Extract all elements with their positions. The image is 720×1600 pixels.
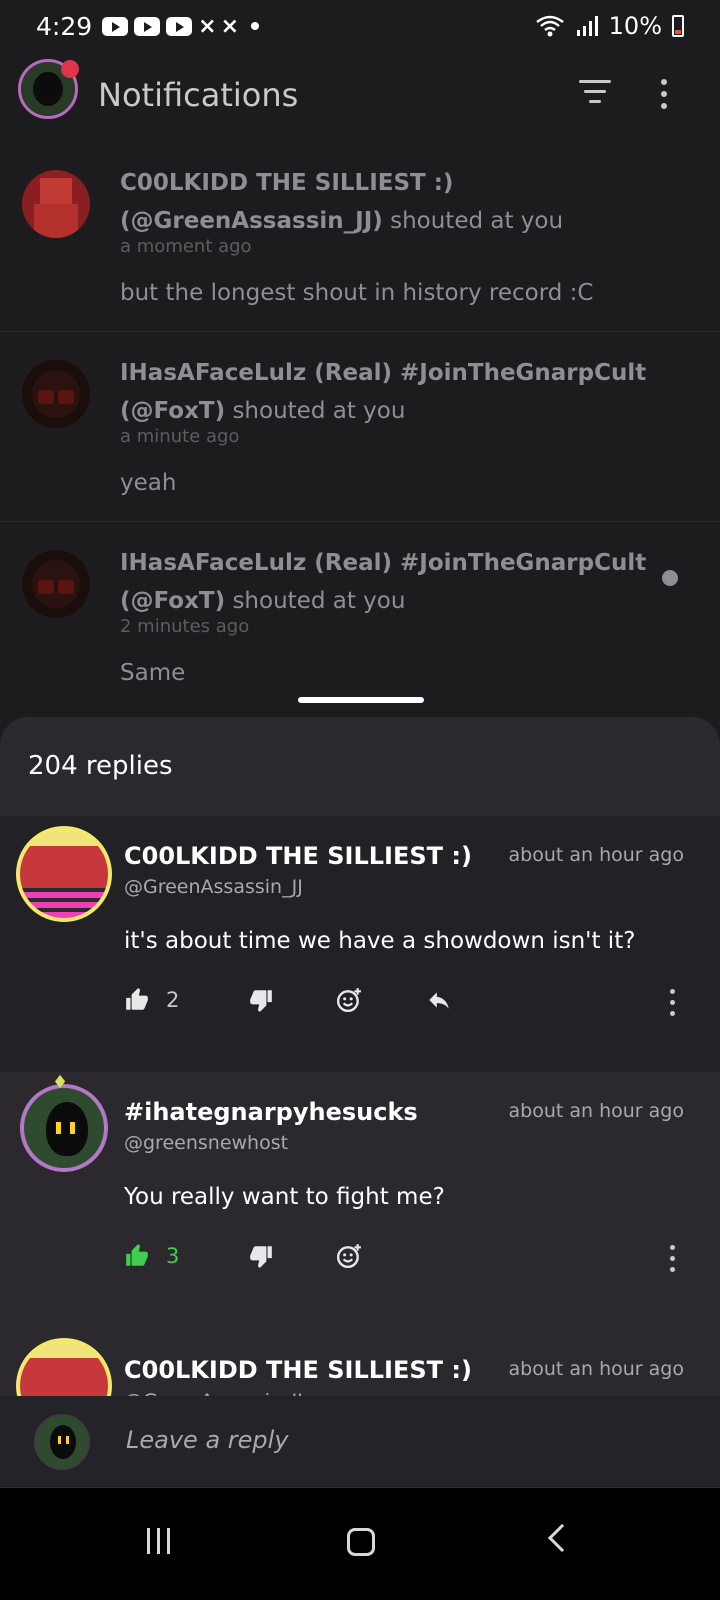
back-icon[interactable] [547, 1523, 577, 1553]
notification-text: C00LKIDD THE SILLIEST :) (@GreenAssassin… [120, 164, 650, 240]
notification-action: shouted at you [232, 588, 406, 614]
status-bar: 4:29 ⨯ ⨯ 10% [0, 0, 720, 52]
reply-actions: 2 [124, 980, 684, 1020]
like-count: 2 [166, 988, 180, 1012]
reply-more-icon[interactable] [668, 989, 676, 1016]
reply-item: C00LKIDD THE SILLIEST :) @GreenAssassin_… [0, 816, 720, 1072]
notification-user-name: IHasAFaceLulz (Real) #JoinTheGnarpCult [120, 550, 647, 576]
notification-time: a minute ago [120, 426, 240, 447]
notification-user-name: IHasAFaceLulz (Real) #JoinTheGnarpCult [120, 360, 647, 386]
reply-input[interactable]: Leave a reply [126, 1426, 289, 1454]
reply-user-name[interactable]: C00LKIDD THE SILLIEST :) [124, 842, 472, 870]
reply-time: about an hour ago [508, 844, 684, 866]
notification-time: 2 minutes ago [120, 616, 250, 637]
status-system-icons: 10% [535, 12, 684, 40]
home-icon[interactable] [347, 1528, 375, 1556]
notification-user-handle: (@FoxT) [120, 398, 226, 424]
add-reaction-button[interactable] [336, 980, 362, 1020]
notification-text: IHasAFaceLulz (Real) #JoinTheGnarpCult (… [120, 354, 650, 430]
reply-time: about an hour ago [508, 1100, 684, 1122]
notification-user-handle: (@GreenAssassin_JJ) [120, 208, 383, 234]
notification-action: shouted at you [390, 208, 564, 234]
system-nav-bar [0, 1487, 720, 1600]
battery-icon [672, 15, 684, 37]
reply-time: about an hour ago [508, 1358, 684, 1380]
reply-user-name[interactable]: #ihategnarpyhesucks [124, 1098, 418, 1126]
more-vert-icon[interactable] [660, 79, 668, 109]
recents-icon[interactable] [147, 1528, 170, 1554]
add-reaction-button[interactable] [336, 1236, 362, 1276]
wifi-icon [535, 15, 564, 37]
reply-more-icon[interactable] [668, 1245, 676, 1272]
signal-icon [576, 16, 598, 36]
reply-item: ♦ #ihategnarpyhesucks @greensnewhost abo… [0, 1072, 720, 1332]
notification-message: yeah [120, 470, 177, 496]
composer-avatar [34, 1414, 90, 1470]
notification-action: shouted at you [232, 398, 406, 424]
crown-icon: ♦ [52, 1072, 69, 1093]
thumbs-up-icon [126, 988, 148, 1010]
status-notification-icons: ⨯ ⨯ [102, 13, 260, 39]
avatar-face [33, 72, 63, 106]
reply-user-handle: @GreenAssassin_JJ [124, 876, 303, 898]
replies-list: C00LKIDD THE SILLIEST :) @GreenAssassin_… [0, 816, 720, 1416]
dislike-button[interactable] [248, 980, 274, 1020]
notification-user-handle: (@FoxT) [120, 588, 226, 614]
capcut-icon: ⨯ [220, 13, 239, 39]
reply-user-handle: @greensnewhost [124, 1132, 289, 1154]
battery-percent: 10% [608, 12, 662, 40]
notification-time: a moment ago [120, 236, 252, 257]
reply-body: You really want to fight me? [124, 1184, 445, 1210]
notification-avatar[interactable] [22, 360, 90, 428]
notification-item[interactable]: IHasAFaceLulz (Real) #JoinTheGnarpCult (… [0, 332, 720, 522]
capcut-icon: ⨯ [198, 13, 216, 39]
like-button[interactable]: 3 [124, 1236, 179, 1276]
notification-avatar[interactable] [22, 550, 90, 618]
dot-icon [251, 22, 260, 30]
filter-icon[interactable] [577, 80, 613, 106]
reply-actions: 3 [124, 1236, 684, 1276]
like-count: 3 [166, 1244, 180, 1268]
notification-badge [61, 60, 79, 78]
add-reaction-icon [336, 988, 361, 1013]
youtube-icon [102, 16, 129, 36]
replies-count-title: 204 replies [28, 751, 173, 781]
reply-body: it's about time we have a showdown isn't… [124, 928, 636, 954]
thumbs-down-icon [250, 990, 272, 1012]
youtube-icon [134, 16, 161, 36]
notification-avatar[interactable] [22, 170, 90, 238]
notification-text: IHasAFaceLulz (Real) #JoinTheGnarpCult (… [120, 544, 650, 620]
page-title: Notifications [98, 76, 299, 114]
like-button[interactable]: 2 [124, 980, 179, 1020]
notification-item[interactable]: C00LKIDD THE SILLIEST :) (@GreenAssassin… [0, 142, 720, 332]
notification-user-name: C00LKIDD THE SILLIEST :) [120, 170, 454, 196]
reply-composer[interactable]: Leave a reply [0, 1396, 720, 1487]
reply-button[interactable] [426, 980, 452, 1020]
youtube-icon [166, 16, 193, 36]
notification-message: Same [120, 660, 186, 686]
notification-message: but the longest shout in history record … [120, 280, 594, 306]
status-time: 4:29 [36, 11, 93, 41]
app-header: Notifications [0, 52, 720, 138]
dislike-button[interactable] [248, 1236, 274, 1276]
reply-user-name[interactable]: C00LKIDD THE SILLIEST :) [124, 1356, 472, 1384]
reply-avatar[interactable] [16, 826, 112, 922]
reply-icon [429, 992, 449, 1009]
notification-item[interactable]: IHasAFaceLulz (Real) #JoinTheGnarpCult (… [0, 522, 720, 717]
reply-avatar[interactable] [20, 1084, 108, 1172]
add-reaction-icon [336, 1244, 361, 1269]
profile-avatar[interactable] [18, 59, 79, 119]
thumbs-down-icon [250, 1246, 272, 1268]
thumbs-up-icon [126, 1244, 148, 1266]
unread-indicator [662, 570, 678, 586]
sheet-drag-handle[interactable] [298, 697, 424, 703]
